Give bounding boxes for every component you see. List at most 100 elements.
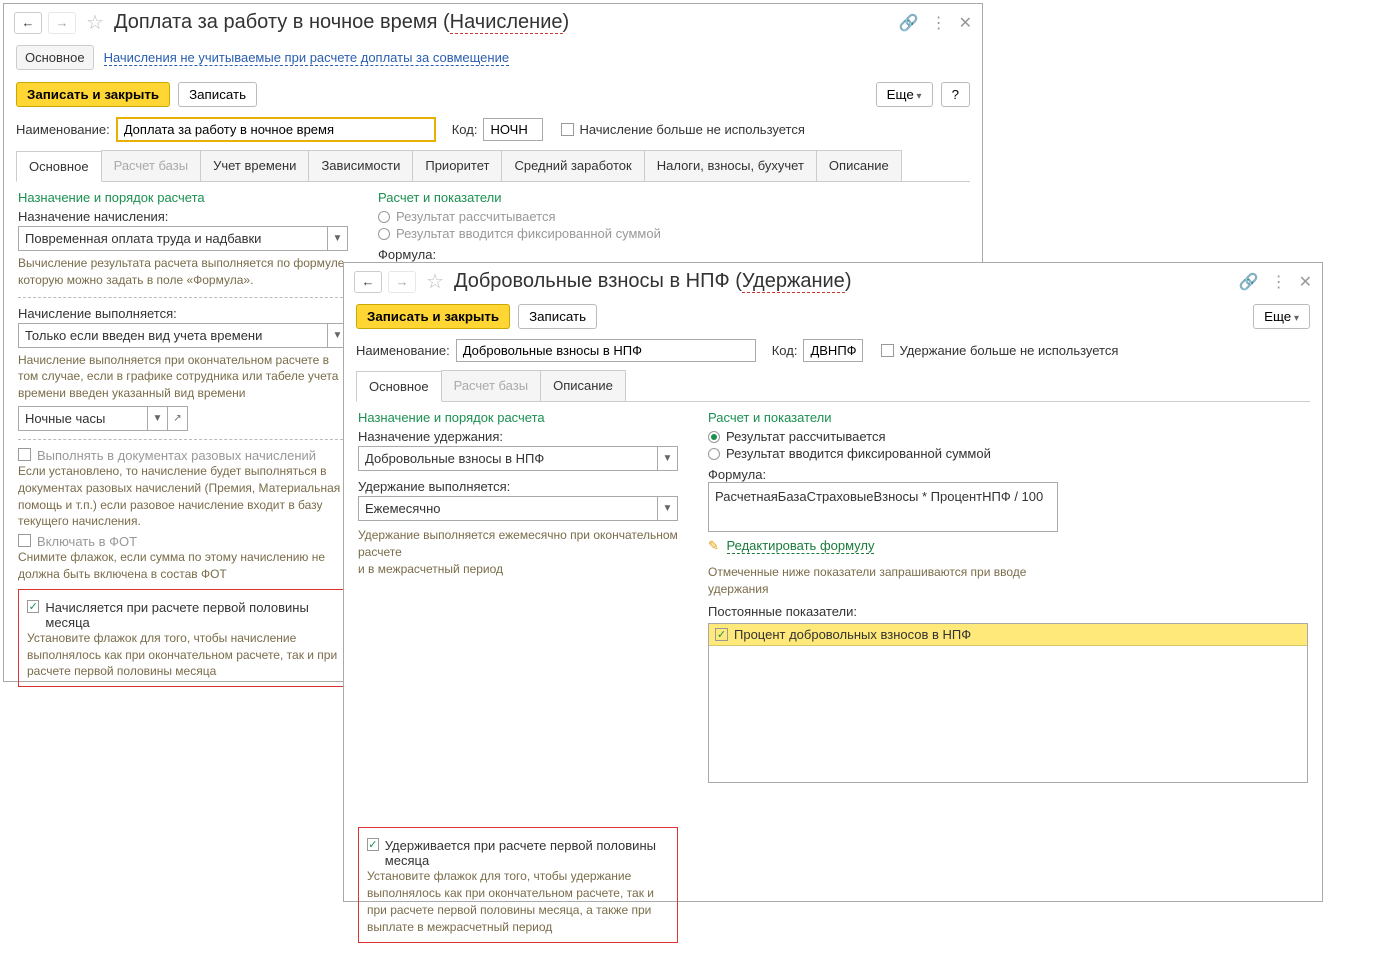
radio-fixed-label-2: Результат вводится фиксированной суммой [726, 446, 991, 461]
unused-checkbox[interactable]: Начисление больше не используется [561, 122, 804, 137]
nav-main-tab[interactable]: Основное [16, 45, 94, 70]
tab-base[interactable]: Расчет базы [101, 150, 202, 181]
time-kind-dropdown-icon[interactable]: ▼ [148, 406, 168, 431]
section-calc: Расчет и показатели [378, 190, 968, 205]
code-input-2[interactable] [803, 339, 863, 362]
tab-base-2[interactable]: Расчет базы [441, 370, 542, 401]
section-assignment-2: Назначение и порядок расчета [358, 410, 678, 425]
radio-calc-2[interactable] [708, 431, 720, 443]
radio-calc-label-2: Результат рассчитывается [726, 429, 886, 444]
param-label: Процент добровольных взносов в НПФ [734, 627, 971, 642]
highlight-frame-2: Удерживается при расчете первой половины… [358, 827, 678, 942]
when-dropdown-icon-2[interactable]: ▼ [658, 496, 678, 521]
tab-bar: Основное Расчет базы Учет времени Зависи… [16, 150, 970, 182]
back-button-2[interactable]: ← [354, 271, 382, 293]
radio-calc[interactable] [378, 211, 390, 223]
help-button[interactable]: ? [941, 82, 970, 107]
hint-when: Начисление выполняется при окончательном… [18, 352, 348, 402]
divider-2 [18, 439, 348, 440]
once-docs-checkbox[interactable] [18, 448, 31, 461]
tab-desc[interactable]: Описание [816, 150, 902, 181]
once-docs-label: Выполнять в документах разовых начислени… [37, 448, 316, 463]
more-button[interactable]: Еще [876, 82, 933, 107]
back-button[interactable]: ← [14, 12, 42, 34]
name-label: Наименование: [16, 122, 110, 137]
half-month-label-2: Удерживается при расчете первой половины… [385, 838, 669, 868]
edit-formula-link[interactable]: Редактировать формулу [727, 538, 875, 554]
tab-priority[interactable]: Приоритет [412, 150, 502, 181]
formula-label-2: Формула: [708, 467, 1308, 482]
save-button[interactable]: Записать [178, 82, 257, 107]
hint-half: Установите флажок для того, чтобы начисл… [27, 630, 339, 680]
hint-fot: Снимите флажок, если сумма по этому начи… [18, 549, 348, 583]
assign-dropdown-icon-2[interactable]: ▼ [658, 446, 678, 471]
hint-formula: Вычисление результата расчета выполняетс… [18, 255, 348, 289]
hint-params: Отмеченные ниже показатели запрашиваются… [708, 564, 1068, 598]
half-month-checkbox[interactable] [27, 600, 39, 613]
time-kind-open-icon[interactable]: ↗ [168, 406, 188, 431]
name-input-2[interactable] [456, 339, 756, 362]
assign-dropdown-icon[interactable]: ▼ [328, 226, 348, 251]
link-icon[interactable]: 🔗 [899, 13, 919, 33]
radio-calc-label: Результат рассчитывается [396, 209, 556, 224]
tab-deps[interactable]: Зависимости [308, 150, 413, 181]
when-select[interactable]: Только если введен вид учета времени [18, 323, 328, 348]
radio-fixed-label: Результат вводится фиксированной суммой [396, 226, 661, 241]
section-assignment: Назначение и порядок расчета [18, 190, 348, 205]
assign-select-2[interactable]: Добровольные взносы в НПФ [358, 446, 658, 471]
kebab-menu-icon[interactable]: ⋮ [931, 13, 947, 33]
save-and-close-button[interactable]: Записать и закрыть [16, 82, 170, 107]
section-calc-2: Расчет и показатели [708, 410, 1308, 425]
half-month-checkbox-2[interactable] [367, 838, 379, 851]
favorite-star-icon-2[interactable]: ☆ [426, 269, 444, 294]
radio-fixed-2[interactable] [708, 448, 720, 460]
formula-label: Формула: [378, 247, 968, 262]
save-and-close-button-2[interactable]: Записать и закрыть [356, 304, 510, 329]
nav-link-excluded[interactable]: Начисления не учитываемые при расчете до… [104, 50, 510, 66]
half-month-label: Начисляется при расчете первой половины … [45, 600, 339, 630]
more-button-2[interactable]: Еще [1253, 304, 1310, 329]
window-deduction: ← → ☆ Добровольные взносы в НПФ (Удержан… [343, 262, 1323, 902]
kebab-menu-icon-2[interactable]: ⋮ [1271, 272, 1287, 292]
window-title: Доплата за работу в ночное время (Начисл… [114, 11, 893, 34]
tab-avg[interactable]: Средний заработок [501, 150, 644, 181]
unused-checkbox-2[interactable]: Удержание больше не используется [881, 343, 1118, 358]
window-title-2: Добровольные взносы в НПФ (Удержание) [454, 270, 1233, 293]
params-list[interactable]: Процент добровольных взносов в НПФ [708, 623, 1308, 783]
divider [18, 297, 348, 298]
param-checkbox[interactable] [715, 628, 728, 641]
radio-fixed[interactable] [378, 228, 390, 240]
tab-main-2[interactable]: Основное [356, 371, 442, 402]
fot-checkbox[interactable] [18, 534, 31, 547]
const-params-label: Постоянные показатели: [708, 604, 1308, 619]
assign-label: Назначение начисления: [18, 209, 348, 224]
name-label-2: Наименование: [356, 343, 450, 358]
when-select-2[interactable]: Ежемесячно [358, 496, 658, 521]
forward-button-2[interactable]: → [388, 271, 416, 293]
code-label-2: Код: [772, 343, 798, 358]
time-kind-select[interactable]: Ночные часы [18, 406, 148, 431]
highlight-frame-1: Начисляется при расчете первой половины … [18, 589, 348, 687]
tab-tax[interactable]: Налоги, взносы, бухучет [644, 150, 817, 181]
name-input[interactable] [116, 117, 436, 142]
forward-button[interactable]: → [48, 12, 76, 34]
tab-time[interactable]: Учет времени [200, 150, 309, 181]
link-icon-2[interactable]: 🔗 [1239, 272, 1259, 292]
unused-checkbox-box-2[interactable] [881, 344, 894, 357]
tab-desc-2[interactable]: Описание [540, 370, 626, 401]
pencil-icon: ✎ [708, 538, 719, 553]
close-icon[interactable]: ✕ [959, 13, 972, 33]
hint-half-2: Установите флажок для того, чтобы удержа… [367, 868, 669, 935]
close-icon-2[interactable]: ✕ [1299, 272, 1312, 292]
formula-textarea[interactable]: РасчетнаяБазаСтраховыеВзносы * ПроцентНП… [708, 482, 1058, 532]
hint-when-2: Удержание выполняется ежемесячно при око… [358, 527, 678, 577]
unused-checkbox-box[interactable] [561, 123, 574, 136]
tab-main[interactable]: Основное [16, 151, 102, 182]
hint-once: Если установлено, то начисление будет вы… [18, 463, 348, 530]
assign-select[interactable]: Повременная оплата труда и надбавки [18, 226, 328, 251]
code-label: Код: [452, 122, 478, 137]
code-input[interactable] [483, 118, 543, 141]
save-button-2[interactable]: Записать [518, 304, 597, 329]
favorite-star-icon[interactable]: ☆ [86, 10, 104, 35]
param-row[interactable]: Процент добровольных взносов в НПФ [709, 624, 1307, 646]
